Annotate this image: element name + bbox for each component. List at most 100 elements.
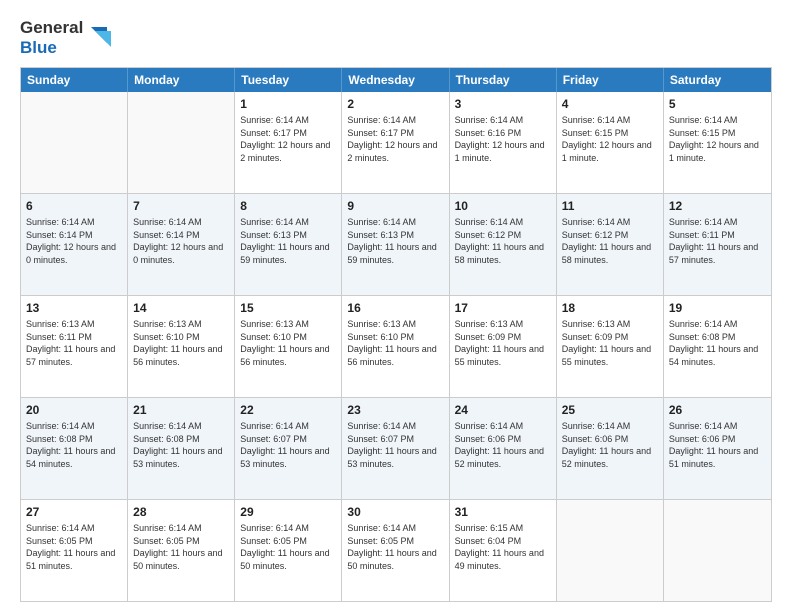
calendar-cell-3-4: 24 Sunrise: 6:14 AM Sunset: 6:06 PM Dayli…	[450, 398, 557, 499]
logo-general: General	[20, 18, 83, 38]
calendar-row-1: 6 Sunrise: 6:14 AM Sunset: 6:14 PM Daylig…	[21, 193, 771, 295]
day-number: 5	[669, 96, 766, 112]
day-number: 15	[240, 300, 336, 316]
day-info: Sunrise: 6:14 AM Sunset: 6:17 PM Dayligh…	[240, 114, 336, 164]
day-number: 8	[240, 198, 336, 214]
day-number: 24	[455, 402, 551, 418]
calendar-header: SundayMondayTuesdayWednesdayThursdayFrid…	[21, 68, 771, 92]
calendar-cell-0-6: 5 Sunrise: 6:14 AM Sunset: 6:15 PM Daylig…	[664, 92, 771, 193]
day-number: 20	[26, 402, 122, 418]
day-info: Sunrise: 6:13 AM Sunset: 6:11 PM Dayligh…	[26, 318, 122, 368]
calendar-row-0: 1 Sunrise: 6:14 AM Sunset: 6:17 PM Daylig…	[21, 92, 771, 193]
calendar-row-4: 27 Sunrise: 6:14 AM Sunset: 6:05 PM Dayli…	[21, 499, 771, 601]
day-number: 3	[455, 96, 551, 112]
day-info: Sunrise: 6:14 AM Sunset: 6:15 PM Dayligh…	[669, 114, 766, 164]
calendar-cell-4-2: 29 Sunrise: 6:14 AM Sunset: 6:05 PM Dayli…	[235, 500, 342, 601]
day-info: Sunrise: 6:14 AM Sunset: 6:08 PM Dayligh…	[133, 420, 229, 470]
calendar-cell-2-1: 14Sunrise: 6:13 AM Sunset: 6:10 PM Dayli…	[128, 296, 235, 397]
calendar-cell-0-3: 2Sunrise: 6:14 AM Sunset: 6:17 PM Daylig…	[342, 92, 449, 193]
calendar-cell-3-3: 23Sunrise: 6:14 AM Sunset: 6:07 PM Dayli…	[342, 398, 449, 499]
header-day-wednesday: Wednesday	[342, 68, 449, 92]
calendar-cell-2-5: 18 Sunrise: 6:13 AM Sunset: 6:09 PM Dayli…	[557, 296, 664, 397]
day-info: Sunrise: 6:14 AM Sunset: 6:06 PM Dayligh…	[669, 420, 766, 470]
calendar-cell-0-1	[128, 92, 235, 193]
calendar-row-2: 13Sunrise: 6:13 AM Sunset: 6:11 PM Dayli…	[21, 295, 771, 397]
calendar-cell-4-0: 27 Sunrise: 6:14 AM Sunset: 6:05 PM Dayli…	[21, 500, 128, 601]
calendar-cell-3-0: 20 Sunrise: 6:14 AM Sunset: 6:08 PM Dayli…	[21, 398, 128, 499]
day-info: Sunrise: 6:14 AM Sunset: 6:14 PM Dayligh…	[133, 216, 229, 266]
calendar-cell-4-3: 30 Sunrise: 6:14 AM Sunset: 6:05 PM Dayli…	[342, 500, 449, 601]
day-number: 11	[562, 198, 658, 214]
day-info: Sunrise: 6:13 AM Sunset: 6:09 PM Dayligh…	[455, 318, 551, 368]
day-number: 29	[240, 504, 336, 520]
calendar-cell-0-0	[21, 92, 128, 193]
day-number: 31	[455, 504, 551, 520]
day-info: Sunrise: 6:13 AM Sunset: 6:10 PM Dayligh…	[240, 318, 336, 368]
calendar-cell-2-6: 19 Sunrise: 6:14 AM Sunset: 6:08 PM Dayli…	[664, 296, 771, 397]
calendar-cell-2-0: 13Sunrise: 6:13 AM Sunset: 6:11 PM Dayli…	[21, 296, 128, 397]
day-info: Sunrise: 6:14 AM Sunset: 6:14 PM Dayligh…	[26, 216, 122, 266]
day-number: 27	[26, 504, 122, 520]
day-number: 1	[240, 96, 336, 112]
header-day-sunday: Sunday	[21, 68, 128, 92]
calendar-cell-1-5: 11Sunrise: 6:14 AM Sunset: 6:12 PM Dayli…	[557, 194, 664, 295]
day-number: 26	[669, 402, 766, 418]
calendar-cell-1-1: 7 Sunrise: 6:14 AM Sunset: 6:14 PM Daylig…	[128, 194, 235, 295]
calendar-cell-1-2: 8 Sunrise: 6:14 AM Sunset: 6:13 PM Daylig…	[235, 194, 342, 295]
day-number: 10	[455, 198, 551, 214]
day-info: Sunrise: 6:14 AM Sunset: 6:15 PM Dayligh…	[562, 114, 658, 164]
day-info: Sunrise: 6:14 AM Sunset: 6:07 PM Dayligh…	[240, 420, 336, 470]
day-info: Sunrise: 6:13 AM Sunset: 6:09 PM Dayligh…	[562, 318, 658, 368]
day-number: 19	[669, 300, 766, 316]
calendar-cell-3-2: 22Sunrise: 6:14 AM Sunset: 6:07 PM Dayli…	[235, 398, 342, 499]
day-number: 7	[133, 198, 229, 214]
day-number: 6	[26, 198, 122, 214]
day-info: Sunrise: 6:14 AM Sunset: 6:05 PM Dayligh…	[26, 522, 122, 572]
day-number: 25	[562, 402, 658, 418]
day-info: Sunrise: 6:14 AM Sunset: 6:13 PM Dayligh…	[347, 216, 443, 266]
day-number: 12	[669, 198, 766, 214]
logo-blue: Blue	[20, 38, 83, 58]
header-day-monday: Monday	[128, 68, 235, 92]
calendar-cell-2-4: 17 Sunrise: 6:13 AM Sunset: 6:09 PM Dayli…	[450, 296, 557, 397]
day-info: Sunrise: 6:14 AM Sunset: 6:05 PM Dayligh…	[240, 522, 336, 572]
day-info: Sunrise: 6:14 AM Sunset: 6:05 PM Dayligh…	[347, 522, 443, 572]
logo: General Blue	[20, 18, 113, 57]
calendar-cell-1-4: 10 Sunrise: 6:14 AM Sunset: 6:12 PM Dayli…	[450, 194, 557, 295]
calendar-cell-4-4: 31 Sunrise: 6:15 AM Sunset: 6:04 PM Dayli…	[450, 500, 557, 601]
calendar-cell-0-2: 1 Sunrise: 6:14 AM Sunset: 6:17 PM Daylig…	[235, 92, 342, 193]
day-number: 9	[347, 198, 443, 214]
calendar-cell-1-3: 9 Sunrise: 6:14 AM Sunset: 6:13 PM Daylig…	[342, 194, 449, 295]
day-info: Sunrise: 6:13 AM Sunset: 6:10 PM Dayligh…	[347, 318, 443, 368]
day-info: Sunrise: 6:14 AM Sunset: 6:05 PM Dayligh…	[133, 522, 229, 572]
calendar-cell-4-6	[664, 500, 771, 601]
day-number: 18	[562, 300, 658, 316]
day-info: Sunrise: 6:13 AM Sunset: 6:10 PM Dayligh…	[133, 318, 229, 368]
calendar-cell-2-2: 15 Sunrise: 6:13 AM Sunset: 6:10 PM Dayli…	[235, 296, 342, 397]
header-day-thursday: Thursday	[450, 68, 557, 92]
calendar-cell-4-1: 28Sunrise: 6:14 AM Sunset: 6:05 PM Dayli…	[128, 500, 235, 601]
calendar-cell-0-4: 3Sunrise: 6:14 AM Sunset: 6:16 PM Daylig…	[450, 92, 557, 193]
day-info: Sunrise: 6:14 AM Sunset: 6:08 PM Dayligh…	[26, 420, 122, 470]
day-info: Sunrise: 6:14 AM Sunset: 6:06 PM Dayligh…	[455, 420, 551, 470]
calendar-cell-4-5	[557, 500, 664, 601]
calendar-cell-2-3: 16 Sunrise: 6:13 AM Sunset: 6:10 PM Dayli…	[342, 296, 449, 397]
day-number: 17	[455, 300, 551, 316]
calendar-cell-3-1: 21 Sunrise: 6:14 AM Sunset: 6:08 PM Dayli…	[128, 398, 235, 499]
header-day-tuesday: Tuesday	[235, 68, 342, 92]
day-info: Sunrise: 6:14 AM Sunset: 6:07 PM Dayligh…	[347, 420, 443, 470]
calendar-body: 1 Sunrise: 6:14 AM Sunset: 6:17 PM Daylig…	[21, 92, 771, 601]
day-info: Sunrise: 6:14 AM Sunset: 6:13 PM Dayligh…	[240, 216, 336, 266]
day-number: 2	[347, 96, 443, 112]
day-info: Sunrise: 6:14 AM Sunset: 6:12 PM Dayligh…	[455, 216, 551, 266]
header-day-saturday: Saturday	[664, 68, 771, 92]
calendar-cell-3-6: 26 Sunrise: 6:14 AM Sunset: 6:06 PM Dayli…	[664, 398, 771, 499]
day-number: 4	[562, 96, 658, 112]
day-number: 30	[347, 504, 443, 520]
day-info: Sunrise: 6:14 AM Sunset: 6:08 PM Dayligh…	[669, 318, 766, 368]
calendar-cell-1-0: 6 Sunrise: 6:14 AM Sunset: 6:14 PM Daylig…	[21, 194, 128, 295]
calendar-row-3: 20 Sunrise: 6:14 AM Sunset: 6:08 PM Dayli…	[21, 397, 771, 499]
day-info: Sunrise: 6:15 AM Sunset: 6:04 PM Dayligh…	[455, 522, 551, 572]
day-number: 16	[347, 300, 443, 316]
day-number: 21	[133, 402, 229, 418]
